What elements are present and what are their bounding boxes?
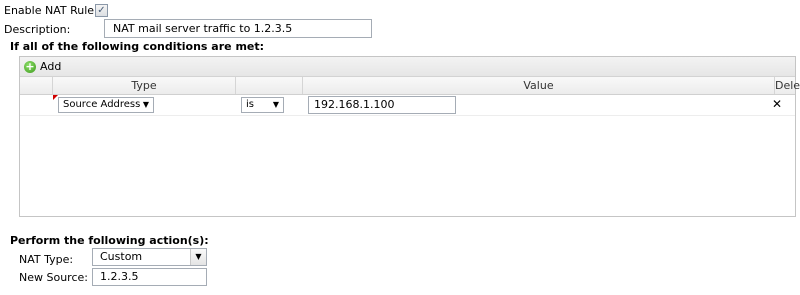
header-cell-blank	[20, 77, 53, 94]
description-input[interactable]: NAT mail server traffic to 1.2.3.5	[104, 19, 372, 38]
chevron-down-icon: ▼	[272, 100, 279, 109]
header-type[interactable]: Type	[53, 77, 236, 94]
enable-nat-rule-label: Enable NAT Rule:	[4, 4, 98, 17]
condition-type-value: Source Address	[63, 99, 141, 110]
delete-x-icon[interactable]: ✕	[772, 98, 782, 110]
checkmark-icon: ✓	[97, 5, 106, 16]
add-button-label: Add	[40, 60, 62, 73]
enable-nat-rule-checkbox[interactable]: ✓	[95, 4, 108, 17]
new-source-label: New Source:	[19, 271, 88, 284]
row-marker	[53, 95, 58, 115]
actions-heading: Perform the following action(s):	[10, 234, 209, 247]
grid-header: Type Value Delete	[20, 77, 800, 95]
chevron-down-icon: ▼	[190, 249, 206, 265]
add-condition-button[interactable]: + Add	[24, 60, 61, 73]
conditions-grid: + Add Type Value Delete Source Address ▼…	[19, 56, 800, 217]
condition-type-select[interactable]: Source Address ▼	[58, 97, 154, 113]
condition-value-input[interactable]: 192.168.1.100	[308, 96, 456, 114]
condition-operator-select[interactable]: is ▼	[241, 97, 284, 113]
nat-type-label: NAT Type:	[19, 253, 74, 266]
nat-type-select[interactable]: Custom ▼	[92, 248, 207, 266]
chevron-down-icon: ▼	[142, 100, 149, 109]
conditions-heading: If all of the following conditions are m…	[10, 40, 265, 53]
header-operator[interactable]	[236, 77, 303, 94]
description-label: Description:	[4, 23, 71, 36]
grid-toolbar: + Add	[20, 57, 795, 77]
header-value[interactable]: Value	[303, 77, 775, 94]
table-row: Source Address ▼ is ▼ 192.168.1.100 ✕	[20, 95, 795, 116]
add-icon: +	[24, 59, 36, 73]
condition-operator-value: is	[246, 99, 254, 110]
new-source-input[interactable]: 1.2.3.5	[92, 268, 207, 286]
nat-type-value: Custom	[100, 250, 143, 263]
header-delete: Delete	[775, 79, 800, 92]
